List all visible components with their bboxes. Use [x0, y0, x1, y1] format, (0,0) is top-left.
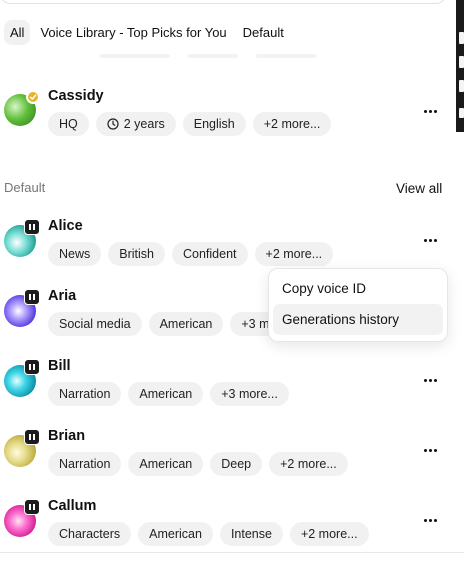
voice-tags: News British Confident +2 more...: [48, 242, 334, 266]
more-horizontal-icon[interactable]: [420, 230, 440, 250]
tag[interactable]: Narration: [48, 382, 122, 406]
more-horizontal-icon[interactable]: [420, 101, 440, 121]
filter-tabs: All Voice Library - Top Picks for You De…: [4, 20, 290, 45]
filter-tab-default[interactable]: Default: [237, 20, 290, 45]
menu-item-copy-voice-id[interactable]: Copy voice ID: [273, 273, 443, 304]
tag[interactable]: Deep: [210, 452, 263, 476]
pause-icon[interactable]: [24, 219, 40, 235]
menu-item-generations-history[interactable]: Generations history: [273, 304, 443, 335]
voice-row-brian[interactable]: Brian Narration American Deep +2 more...: [0, 428, 456, 488]
tag[interactable]: American: [138, 522, 213, 546]
avatar[interactable]: [4, 289, 40, 327]
voice-name: Brian: [48, 428, 86, 444]
filter-tab-voice-library[interactable]: Voice Library - Top Picks for You: [34, 20, 232, 45]
pause-icon[interactable]: [24, 499, 40, 515]
voice-name: Bill: [48, 358, 71, 374]
tag-more[interactable]: +3 more...: [210, 382, 289, 406]
voice-tags: Social media American +3 m: [48, 312, 281, 336]
tag[interactable]: HQ: [48, 112, 89, 136]
tag[interactable]: American: [148, 312, 224, 336]
tag[interactable]: American: [128, 452, 204, 476]
more-horizontal-icon[interactable]: [420, 370, 440, 390]
pause-icon[interactable]: [24, 359, 40, 375]
tag-more[interactable]: +2 more...: [252, 112, 332, 136]
tag-more[interactable]: +2 more...: [269, 452, 348, 476]
tag[interactable]: Intense: [219, 522, 283, 546]
panel-mark: [459, 32, 464, 44]
divider: [0, 552, 464, 553]
more-horizontal-icon[interactable]: [420, 510, 440, 530]
side-panel-edge: [456, 0, 464, 132]
more-horizontal-icon[interactable]: [420, 440, 440, 460]
avatar[interactable]: [4, 90, 40, 126]
voice-name: Cassidy: [48, 88, 104, 104]
avatar[interactable]: [4, 429, 40, 467]
voice-name: Alice: [48, 218, 83, 234]
panel-mark: [459, 80, 464, 92]
tag-label: 2 years: [123, 117, 165, 131]
voice-row-cassidy[interactable]: Cassidy HQ 2 years English +2 more...: [0, 88, 456, 148]
tag[interactable]: English: [182, 112, 246, 136]
filter-tab-all[interactable]: All: [4, 20, 31, 45]
check-badge-icon: [26, 90, 40, 104]
pause-icon[interactable]: [24, 429, 40, 445]
gear-icon[interactable]: [459, 108, 464, 118]
voice-tags: Narration American +3 more...: [48, 382, 289, 406]
voice-name: Aria: [48, 288, 77, 304]
search-bar-edge[interactable]: [0, 0, 446, 4]
voice-tags: Characters American Intense +2 more...: [48, 522, 369, 546]
voice-tags: HQ 2 years English +2 more...: [48, 112, 332, 136]
pause-icon[interactable]: [24, 289, 40, 305]
tag[interactable]: News: [48, 242, 102, 266]
tag-more[interactable]: +2 more...: [289, 522, 369, 546]
voice-name: Callum: [48, 498, 97, 514]
tag[interactable]: Characters: [48, 522, 132, 546]
avatar[interactable]: [4, 499, 40, 537]
panel-mark: [459, 56, 464, 68]
tag[interactable]: American: [128, 382, 204, 406]
section-label: Default: [4, 180, 46, 195]
voice-context-menu: Copy voice ID Generations history: [268, 268, 448, 342]
tag[interactable]: Social media: [48, 312, 142, 336]
tag-more[interactable]: +2 more...: [254, 242, 334, 266]
faded-divider: [100, 54, 400, 64]
voice-row-callum[interactable]: Callum Characters American Intense +2 mo…: [0, 498, 456, 558]
tag-duration[interactable]: 2 years: [95, 112, 176, 136]
tag[interactable]: Narration: [48, 452, 122, 476]
avatar[interactable]: [4, 219, 40, 257]
clock-icon: [107, 118, 119, 130]
avatar[interactable]: [4, 359, 40, 397]
tag[interactable]: British: [108, 242, 165, 266]
view-all-link[interactable]: View all: [396, 181, 442, 196]
voice-tags: Narration American Deep +2 more...: [48, 452, 348, 476]
tag[interactable]: Confident: [172, 242, 248, 266]
voice-row-bill[interactable]: Bill Narration American +3 more...: [0, 358, 456, 418]
